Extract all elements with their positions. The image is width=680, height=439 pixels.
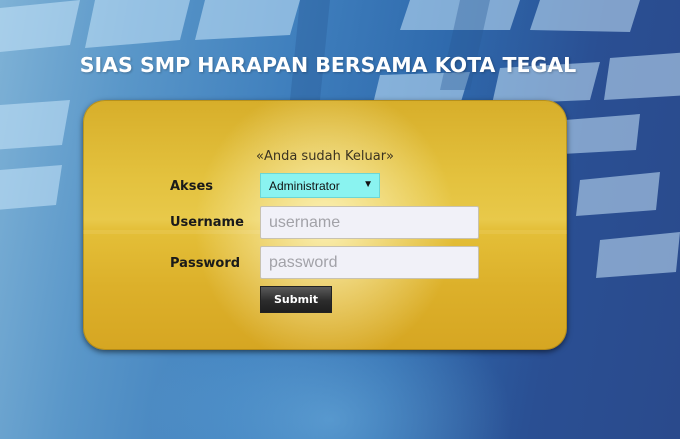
akses-select[interactable]: Administrator ▼	[260, 173, 380, 198]
akses-label: Akses	[170, 179, 213, 194]
password-label: Password	[170, 256, 241, 271]
username-label: Username	[170, 215, 244, 230]
page-title: SIAS SMP HARAPAN BERSAMA KOTA TEGAL	[79, 53, 577, 77]
username-input[interactable]	[260, 206, 479, 239]
triangle-down-icon: ▼	[363, 179, 373, 190]
akses-selected-value: Administrator	[269, 179, 340, 193]
logout-status-message: «Anda sudah Keluar»	[255, 149, 395, 164]
submit-button[interactable]: Submit	[260, 286, 332, 313]
login-panel: «Anda sudah Keluar» Akses Administrator …	[83, 100, 567, 350]
password-input[interactable]	[260, 246, 479, 279]
